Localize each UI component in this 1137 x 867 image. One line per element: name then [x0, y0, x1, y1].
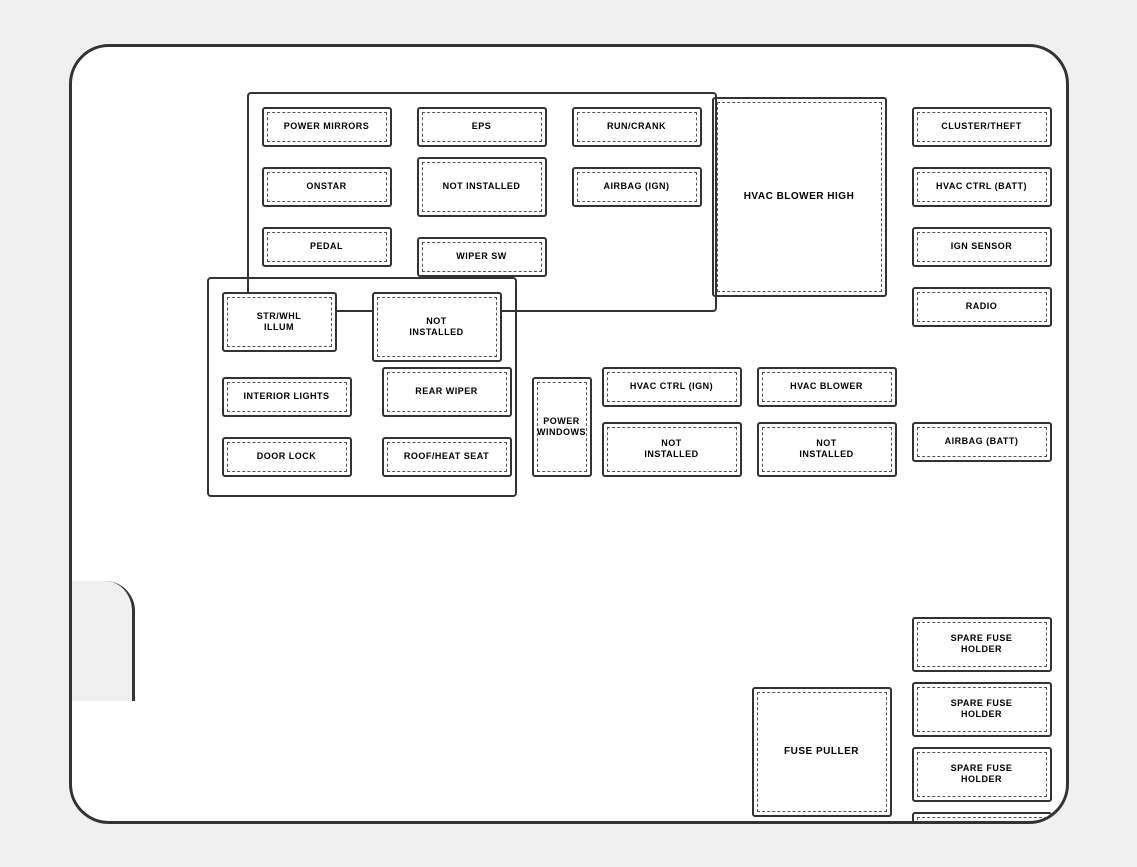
hvac-ctrl-batt: HVAC CTRL (BATT) [912, 167, 1052, 207]
airbag-ign: AIRBAG (IGN) [572, 167, 702, 207]
power-windows: POWERWINDOWS [532, 377, 592, 477]
wiper-sw-label: WIPER SW [422, 242, 542, 272]
onstar: ONSTAR [262, 167, 392, 207]
fuse-puller: FUSE PULLER [752, 687, 892, 817]
hvac-blower: HVAC BLOWER [757, 367, 897, 407]
pedal: PEDAL [262, 227, 392, 267]
power-mirrors-label: POWER MIRRORS [267, 112, 387, 142]
spare-fuse-2-label: SPARE FUSEHOLDER [917, 687, 1047, 732]
cluster-theft-label: CLUSTER/THEFT [917, 112, 1047, 142]
run-crank-label: RUN/CRANK [577, 112, 697, 142]
not-installed-1: NOT INSTALLED [417, 157, 547, 217]
spare-fuse-2: SPARE FUSEHOLDER [912, 682, 1052, 737]
interior-lights-label: INTERIOR LIGHTS [227, 382, 347, 412]
spare-fuse-4: SPARE FUSEHOLDER [912, 812, 1052, 824]
rear-wiper: REAR WIPER [382, 367, 512, 417]
power-windows-label: POWERWINDOWS [537, 382, 587, 472]
str-whl-illum: STR/WHLILLUM [222, 292, 337, 352]
run-crank: RUN/CRANK [572, 107, 702, 147]
radio: RADIO [912, 287, 1052, 327]
eps: EPS [417, 107, 547, 147]
cluster-theft: CLUSTER/THEFT [912, 107, 1052, 147]
hvac-blower-label: HVAC BLOWER [762, 372, 892, 402]
eps-label: EPS [422, 112, 542, 142]
not-installed-3-label: NOTINSTALLED [607, 427, 737, 472]
airbag-batt-label: AIRBAG (BATT) [917, 427, 1047, 457]
not-installed-2-label: NOTINSTALLED [377, 297, 497, 357]
spare-fuse-3: SPARE FUSEHOLDER [912, 747, 1052, 802]
hvac-ctrl-ign-label: HVAC CTRL (IGN) [607, 372, 737, 402]
not-installed-1-label: NOT INSTALLED [422, 162, 542, 212]
hvac-blower-high-label: HVAC BLOWER HIGH [717, 102, 882, 292]
radio-label: RADIO [917, 292, 1047, 322]
fuse-diagram: HVAC BLOWER HIGH FUSE PULLER POWER MIRRORS… [69, 44, 1069, 824]
spare-fuse-3-label: SPARE FUSEHOLDER [917, 752, 1047, 797]
power-mirrors: POWER MIRRORS [262, 107, 392, 147]
str-whl-illum-label: STR/WHLILLUM [227, 297, 332, 347]
ign-sensor: IGN SENSOR [912, 227, 1052, 267]
onstar-label: ONSTAR [267, 172, 387, 202]
spare-fuse-1-label: SPARE FUSEHOLDER [917, 622, 1047, 667]
not-installed-2: NOTINSTALLED [372, 292, 502, 362]
fuse-puller-label: FUSE PULLER [757, 692, 887, 812]
not-installed-4: NOTINSTALLED [757, 422, 897, 477]
not-installed-4-label: NOTINSTALLED [762, 427, 892, 472]
interior-lights: INTERIOR LIGHTS [222, 377, 352, 417]
airbag-batt: AIRBAG (BATT) [912, 422, 1052, 462]
airbag-ign-label: AIRBAG (IGN) [577, 172, 697, 202]
fuse-box-content: HVAC BLOWER HIGH FUSE PULLER POWER MIRRORS… [72, 47, 1066, 821]
roof-heat-seat: ROOF/HEAT SEAT [382, 437, 512, 477]
wiper-sw: WIPER SW [417, 237, 547, 277]
ign-sensor-label: IGN SENSOR [917, 232, 1047, 262]
roof-heat-seat-label: ROOF/HEAT SEAT [387, 442, 507, 472]
hvac-ctrl-batt-label: HVAC CTRL (BATT) [917, 172, 1047, 202]
spare-fuse-1: SPARE FUSEHOLDER [912, 617, 1052, 672]
door-lock: DOOR LOCK [222, 437, 352, 477]
hvac-blower-high: HVAC BLOWER HIGH [712, 97, 887, 297]
spare-fuse-4-label: SPARE FUSEHOLDER [917, 817, 1047, 824]
pedal-label: PEDAL [267, 232, 387, 262]
door-lock-label: DOOR LOCK [227, 442, 347, 472]
hvac-ctrl-ign: HVAC CTRL (IGN) [602, 367, 742, 407]
rear-wiper-label: REAR WIPER [387, 372, 507, 412]
not-installed-3: NOTINSTALLED [602, 422, 742, 477]
